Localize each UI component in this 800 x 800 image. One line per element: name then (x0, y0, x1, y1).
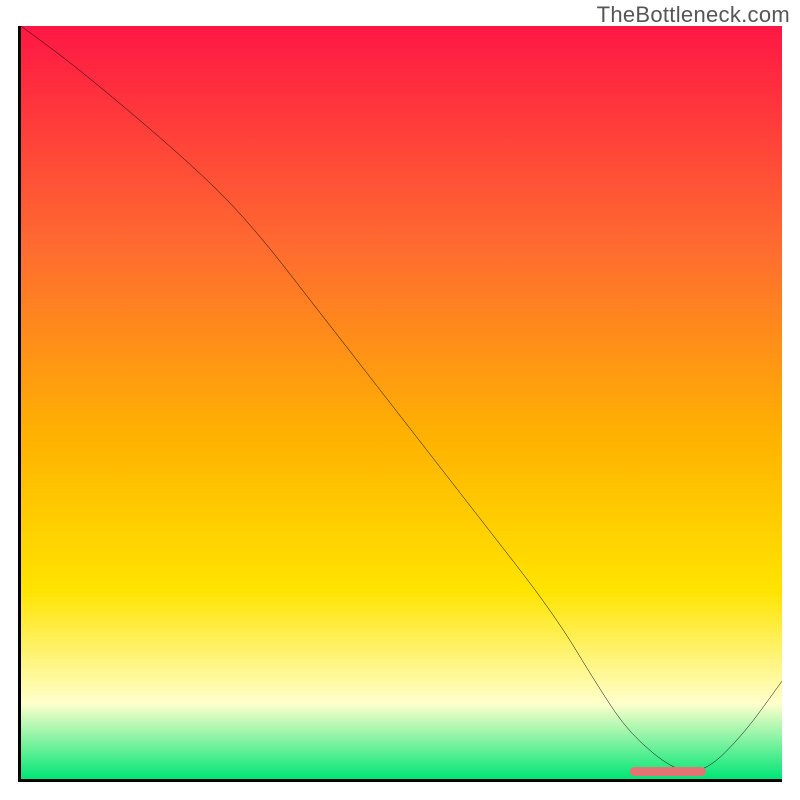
chart-container: TheBottleneck.com (0, 0, 800, 800)
watermark-text: TheBottleneck.com (597, 2, 790, 28)
curve-layer (21, 26, 782, 779)
bottleneck-curve (21, 26, 782, 771)
plot-area (18, 26, 782, 782)
optimal-marker (630, 767, 706, 776)
